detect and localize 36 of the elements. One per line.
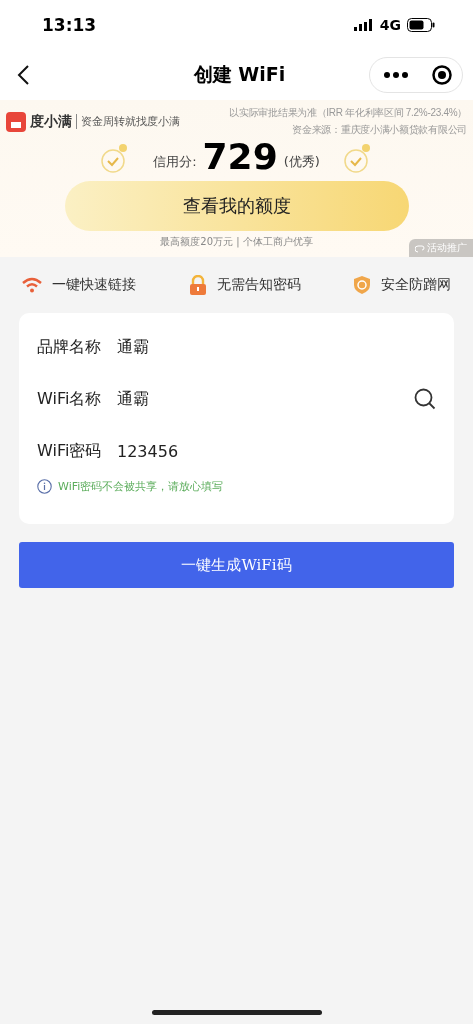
input-field[interactable]: 通霸 xyxy=(117,336,436,358)
more-icon[interactable] xyxy=(384,72,408,78)
disclaimer-text: 以实际审批结果为准（IRR 年化利率区间 7.2%-23.4%） xyxy=(229,106,467,120)
wifi-icon xyxy=(22,277,42,293)
view-quota-button[interactable]: 查看我的额度 xyxy=(64,181,409,231)
network-type: 4G xyxy=(379,17,401,33)
field-label: 品牌名称 xyxy=(37,336,102,358)
score-label: 信用分: xyxy=(153,153,197,171)
battery-icon xyxy=(407,18,435,32)
field-label: WiFi密码 xyxy=(37,440,103,462)
page-title: 创建 WiFi xyxy=(193,62,286,87)
info-icon xyxy=(37,479,52,494)
quota-note: 最高额度20万元 | 个体工商户优享 xyxy=(160,235,313,249)
feature-label: 无需告知密码 xyxy=(216,276,301,294)
check-coin-icon xyxy=(343,143,372,173)
logo-icon xyxy=(6,111,26,132)
check-coin-icon xyxy=(101,143,130,173)
hint-text: WiFi密码不会被共享，请放心填写 xyxy=(58,479,224,494)
input-field[interactable]: 通霸 xyxy=(117,388,414,410)
brand-name: 度小满 xyxy=(30,112,72,131)
signal-icon xyxy=(353,19,374,31)
back-icon[interactable] xyxy=(16,64,30,86)
feature-label: 一键快速链接 xyxy=(52,276,136,294)
disclaimer-text: 资金来源：重庆度小满小额贷款有限公司 xyxy=(292,123,467,137)
field-label: WiFi名称 xyxy=(37,388,103,410)
score-grade: (优秀) xyxy=(283,153,320,171)
input-field[interactable]: 123456 xyxy=(117,441,436,461)
close-target-icon[interactable] xyxy=(432,65,452,85)
feature-label: 安全防蹭网 xyxy=(381,276,451,294)
status-time: 13:13 xyxy=(42,15,97,35)
shield-icon xyxy=(353,275,371,295)
credit-score: 729 xyxy=(202,139,278,175)
generate-button[interactable]: 一键生成WiFi码 xyxy=(19,542,454,588)
search-icon[interactable] xyxy=(414,388,436,410)
brand-tagline: 资金周转就找度小满 xyxy=(76,114,180,129)
lock-icon xyxy=(188,275,207,295)
